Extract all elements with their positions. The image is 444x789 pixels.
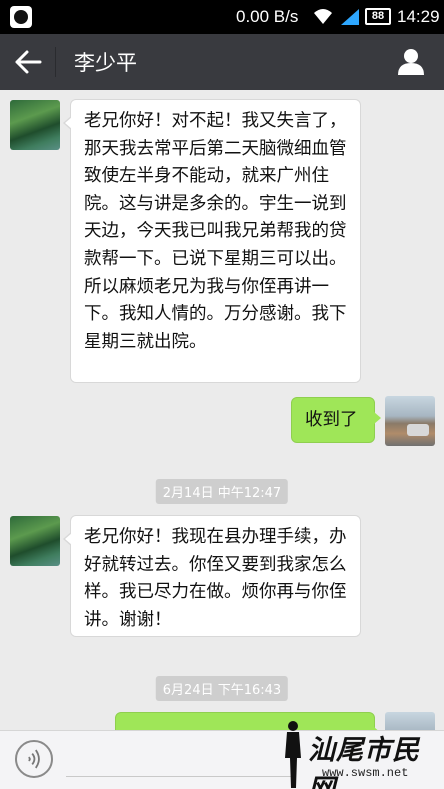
my-avatar[interactable] bbox=[385, 396, 435, 446]
chat-header: 李少平 bbox=[0, 34, 444, 90]
message-bubble-incoming[interactable]: 老兄你好！我现在县办理手续，办好就转过去。你侄又要到我家怎么样。我已尽力在做。烦… bbox=[63, 515, 361, 637]
battery-icon: 88 bbox=[365, 8, 391, 25]
network-speed: 0.00 B/s bbox=[236, 7, 299, 26]
profile-icon[interactable] bbox=[396, 46, 426, 76]
message-timestamp: 2月14日 中午12:47 bbox=[155, 479, 289, 504]
message-timestamp: 6月24日 下午16:43 bbox=[155, 676, 289, 701]
notification-app-icon bbox=[10, 6, 32, 28]
chat-area[interactable]: 老兄你好！对不起！我又失言了，那天我去常平后第二天脑微细血管致使左半身不能动，就… bbox=[0, 90, 444, 730]
header-divider bbox=[55, 47, 56, 77]
voice-icon bbox=[28, 749, 40, 769]
message-text: 老兄你好！对不起！我又失言了，那天我去常平后第二天脑微细血管致使左半身不能动，就… bbox=[84, 111, 347, 352]
status-bar: 0.00 B/s 88 14:29 bbox=[0, 0, 444, 34]
contact-avatar[interactable] bbox=[10, 100, 60, 150]
message-text: 收到了 bbox=[305, 410, 358, 430]
clock: 14:29 bbox=[397, 7, 440, 26]
message-bubble-incoming[interactable]: 老兄你好！对不起！我又失言了，那天我去常平后第二天脑微细血管致使左半身不能动，就… bbox=[63, 99, 361, 383]
back-arrow-icon[interactable] bbox=[14, 48, 44, 76]
message-bubble-outgoing[interactable]: 收到了 bbox=[291, 397, 381, 443]
signal-icon bbox=[341, 9, 359, 25]
contact-name: 李少平 bbox=[74, 51, 137, 75]
message-text: 老兄你好！我现在县办理手续，办好就转过去。你侄又要到我家怎么样。我已尽力在做。烦… bbox=[84, 527, 347, 630]
watermark: 汕尾市民网 www.swsm.net bbox=[278, 718, 444, 789]
watermark-url: www.swsm.net bbox=[322, 766, 409, 780]
message-input[interactable] bbox=[66, 741, 296, 777]
voice-button[interactable] bbox=[15, 740, 53, 778]
battery-level: 88 bbox=[371, 10, 385, 22]
watermark-figure-icon bbox=[285, 721, 301, 788]
wifi-icon bbox=[314, 9, 332, 24]
contact-avatar[interactable] bbox=[10, 516, 60, 566]
